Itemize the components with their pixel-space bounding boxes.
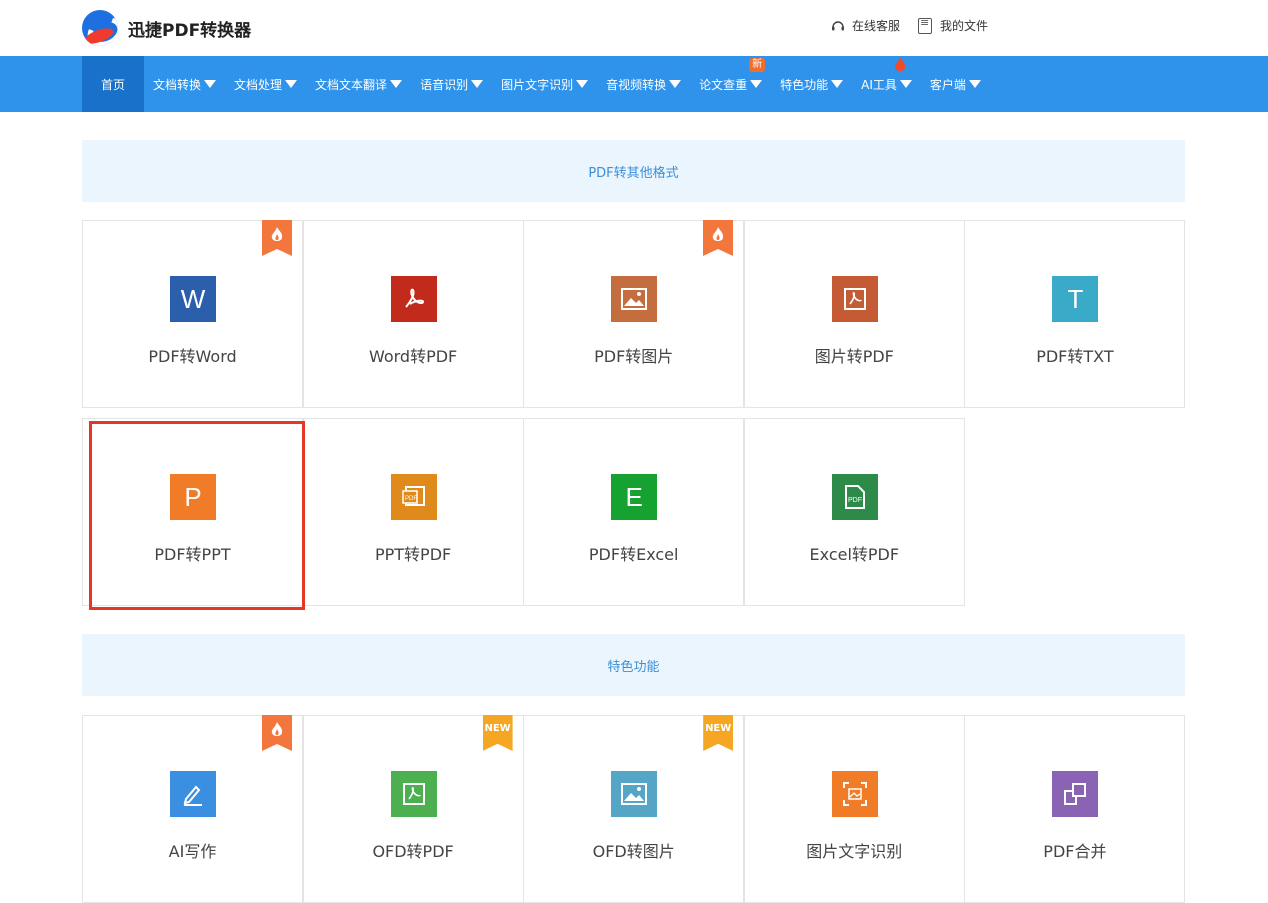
brand-name: 迅捷PDF转换器 <box>128 20 252 41</box>
nav-image-ocr[interactable]: 图片文字识别 <box>492 56 597 112</box>
excel-pdf-icon: PDF <box>831 474 878 520</box>
excel-icon: E <box>611 474 658 520</box>
caret-down-icon <box>390 80 403 88</box>
svg-text:PDF: PDF <box>405 496 417 502</box>
caret-down-icon <box>576 80 589 88</box>
tool-card-label: Word转PDF <box>368 347 458 366</box>
tool-card[interactable]: OFD转图片 NEW <box>523 715 745 903</box>
fire-icon <box>894 57 906 71</box>
caret-down-icon <box>471 80 484 88</box>
hot-badge-icon <box>262 220 292 256</box>
nav-label: 语音识别 <box>420 77 469 92</box>
headset-icon <box>832 20 844 30</box>
nav-doc-convert[interactable]: 文档转换 <box>144 56 225 112</box>
online-service-link[interactable]: 在线客服 <box>830 17 900 34</box>
nav-featured[interactable]: 特色功能 <box>771 56 852 112</box>
tool-card-label: 图片转PDF <box>814 347 894 366</box>
selection-highlight <box>89 421 305 610</box>
tool-card-label: OFD转图片 <box>592 842 675 861</box>
nav-label: 文档转换 <box>153 77 202 92</box>
main-nav: 首页 文档转换 文档处理 文档文本翻译 语音识别 图片文字识别 音视频转换 论文… <box>0 56 1268 112</box>
caret-down-icon <box>669 80 682 88</box>
tool-card-label: Excel转PDF <box>809 545 900 564</box>
nav-label: 论文查重 <box>699 77 748 92</box>
nav-label: 客户端 <box>929 77 966 92</box>
tool-card-label: PPT转PDF <box>374 545 452 564</box>
nav-plagiarism[interactable]: 论文查重新 <box>690 56 771 112</box>
tool-card[interactable]: PDF Excel转PDF <box>743 418 965 606</box>
tool-card-label: OFD转PDF <box>372 842 454 861</box>
tool-card[interactable]: AI写作 <box>82 715 303 903</box>
section-pdf-other: PDF转其他格式 <box>82 140 1185 202</box>
image-icon <box>611 276 658 322</box>
caret-down-icon <box>285 80 298 88</box>
tool-card-label: PDF转图片 <box>594 347 674 366</box>
tool-card[interactable]: PDF转图片 <box>523 220 745 408</box>
section-title: PDF转其他格式 <box>588 165 679 181</box>
nav-label: 文档处理 <box>234 77 283 92</box>
pdf-icon <box>390 276 437 322</box>
ppt-pdf-icon: PDF <box>390 474 437 520</box>
tool-card-label: PDF转TXT <box>1036 347 1114 366</box>
ofd-pdf-icon <box>390 771 437 817</box>
nav-label: 音视频转换 <box>606 77 667 92</box>
online-service-label: 在线客服 <box>852 19 901 33</box>
caret-down-icon <box>899 80 912 88</box>
top-header: 迅捷PDF转换器 在线客服 我的文件 <box>0 0 1268 56</box>
nav-client[interactable]: 客户端 <box>921 56 990 112</box>
ocr-icon <box>831 771 878 817</box>
tool-card[interactable]: 图片文字识别 <box>743 715 965 903</box>
pdf-file-icon <box>831 276 878 322</box>
new-badge: 新 <box>749 58 766 72</box>
tool-card[interactable]: W PDF转Word <box>82 220 303 408</box>
pencil-icon <box>170 771 216 817</box>
brand-logo[interactable]: 迅捷PDF转换器 <box>82 10 251 46</box>
caret-down-icon <box>968 80 981 88</box>
caret-down-icon <box>750 80 763 88</box>
tool-card[interactable]: 图片转PDF <box>743 220 965 408</box>
tool-card-label: 图片文字识别 <box>806 842 903 861</box>
nav-home-label: 首页 <box>101 77 126 92</box>
nav-label: 图片文字识别 <box>501 77 574 92</box>
hot-badge-icon <box>262 715 292 751</box>
nav-ai-tools[interactable]: AI工具 <box>852 56 921 112</box>
hot-badge-icon <box>703 220 734 256</box>
tool-card[interactable]: T PDF转TXT <box>964 220 1186 408</box>
tool-card[interactable]: PDF PPT转PDF <box>302 418 524 606</box>
new-badge: NEW <box>482 715 513 751</box>
my-files-link[interactable]: 我的文件 <box>918 16 989 34</box>
merge-icon <box>1052 771 1099 817</box>
nav-doc-translate[interactable]: 文档文本翻译 <box>306 56 411 112</box>
tool-card-label: PDF合并 <box>1043 842 1107 861</box>
tool-card[interactable]: OFD转PDF NEW <box>302 715 524 903</box>
my-files-label: 我的文件 <box>940 19 989 33</box>
section-featured: 特色功能 <box>82 634 1185 696</box>
file-list-icon <box>918 16 933 34</box>
txt-icon: T <box>1052 276 1099 322</box>
nav-home[interactable]: 首页 <box>82 56 145 112</box>
nav-label: 特色功能 <box>780 77 829 92</box>
nav-doc-process[interactable]: 文档处理 <box>225 56 306 112</box>
logo-icon <box>82 10 118 46</box>
nav-speech[interactable]: 语音识别 <box>411 56 492 112</box>
word-icon: W <box>170 276 216 322</box>
tool-card[interactable]: E PDF转Excel <box>523 418 745 606</box>
tool-card-label: PDF转Word <box>148 347 237 366</box>
tool-card-label: AI写作 <box>168 842 217 861</box>
tool-card-label: PDF转Excel <box>588 545 679 564</box>
section-title: 特色功能 <box>607 659 660 675</box>
nav-label: AI工具 <box>861 77 897 92</box>
caret-down-icon <box>831 80 844 88</box>
nav-av-convert[interactable]: 音视频转换 <box>597 56 690 112</box>
ofd-image-icon <box>611 771 658 817</box>
nav-label: 文档文本翻译 <box>315 77 388 92</box>
tool-card[interactable]: PDF合并 <box>964 715 1186 903</box>
svg-text:PDF: PDF <box>848 497 862 504</box>
top-links: 在线客服 我的文件 <box>830 16 1006 34</box>
caret-down-icon <box>204 80 217 88</box>
tool-card[interactable]: Word转PDF <box>302 220 524 408</box>
new-badge: NEW <box>703 715 734 751</box>
